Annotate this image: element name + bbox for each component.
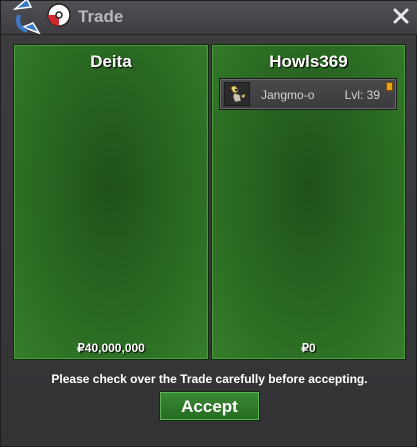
item-badge-icon xyxy=(386,82,393,91)
own-player-name: Deita xyxy=(90,52,132,71)
pokemon-name: Jangmo-o xyxy=(261,88,315,102)
close-icon[interactable] xyxy=(391,6,411,26)
window-title: Trade xyxy=(78,7,124,26)
partner-money-offer: ₽0 xyxy=(301,341,316,355)
title-bar[interactable]: Trade xyxy=(1,0,417,35)
pokeball-logo-icon xyxy=(12,0,71,35)
accept-button[interactable]: Accept xyxy=(159,391,260,421)
partner-player-name: Howls369 xyxy=(269,52,348,71)
trade-notice: Please check over the Trade carefully be… xyxy=(51,372,368,386)
trade-window: Trade Deita ₽40,000,000 Howls369 Jangmo-… xyxy=(0,0,417,447)
own-money-offer[interactable]: ₽40,000,000 xyxy=(14,341,208,355)
pokemon-sprite-icon xyxy=(224,82,250,106)
pokemon-level: Lvl: 39 xyxy=(344,88,380,102)
trade-item-pokemon[interactable]: Jangmo-o Lvl: 39 xyxy=(219,78,397,110)
partner-offer-panel: Howls369 Jangmo-o Lvl: 39 ₽0 xyxy=(211,44,406,360)
own-offer-panel: Deita ₽40,000,000 xyxy=(13,44,209,360)
